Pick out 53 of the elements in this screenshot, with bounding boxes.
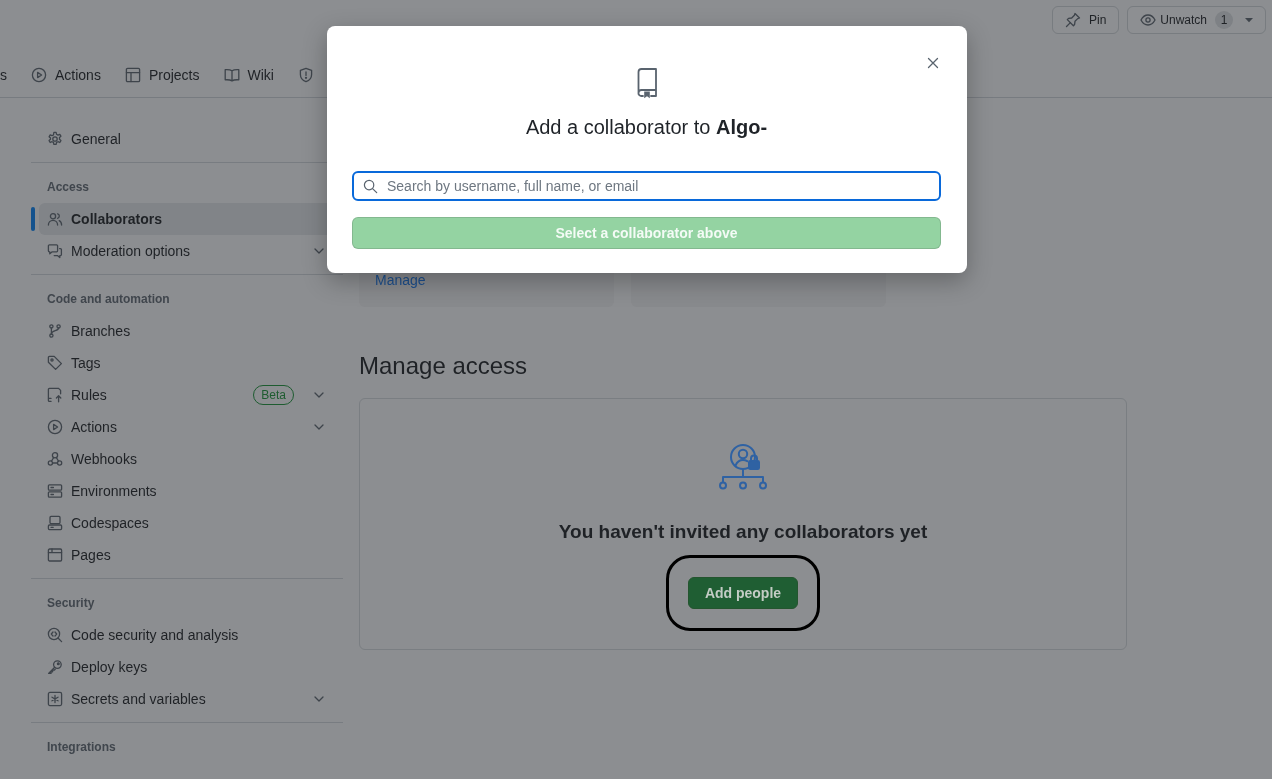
sidebar-item[interactable]: Pages: [31, 539, 343, 571]
table-icon: [124, 67, 141, 83]
code-magnifier-icon: [47, 627, 63, 643]
eye-icon: [1140, 12, 1157, 28]
sidebar-item[interactable]: Environments: [31, 475, 343, 507]
section-heading: Access: [46, 179, 91, 196]
watcher-count: 1: [1215, 11, 1233, 29]
server-icon: [47, 483, 63, 499]
repo-tab[interactable]: Actions: [31, 59, 101, 91]
unwatch-button[interactable]: Unwatch 1: [1127, 6, 1266, 34]
browser-icon: [47, 547, 63, 563]
nodes-icon: [47, 451, 63, 467]
add-people-button[interactable]: Add people: [687, 577, 799, 609]
asterisk-icon: [47, 691, 63, 707]
people-icon: [47, 211, 63, 227]
sidebar-item[interactable]: Branches: [31, 315, 343, 347]
book-icon: [223, 67, 240, 83]
section-heading: Security: [46, 595, 96, 612]
play-icon: [47, 419, 63, 435]
search-field[interactable]: Search by username, full name, or email: [352, 171, 941, 201]
computer-icon: [47, 515, 63, 531]
play-icon: [31, 67, 47, 83]
section-heading: Code and automation: [46, 291, 171, 308]
sidebar-item[interactable]: Deploy keys: [31, 651, 343, 683]
branch-icon: [47, 323, 63, 339]
sidebar-item[interactable]: Code security and analysis: [31, 619, 343, 651]
key-icon: [47, 659, 63, 675]
search-icon: [363, 178, 378, 194]
gear-icon: [47, 131, 63, 147]
sidebar-item[interactable]: Moderation options: [31, 235, 343, 267]
sidebar-item[interactable]: General: [31, 123, 343, 155]
sidebar-item[interactable]: Rules Beta: [31, 379, 343, 411]
sidebar-item[interactable]: Codespaces: [31, 507, 343, 539]
shield-icon[interactable]: [297, 67, 314, 83]
repo-tab[interactable]: Projects: [124, 59, 200, 91]
repo-tab[interactable]: s: [0, 59, 7, 91]
search-input[interactable]: Search by username, full name, or email: [387, 176, 930, 196]
close-icon: [925, 55, 941, 71]
section-title: Manage access: [359, 351, 529, 381]
chat-bubbles-icon: [47, 243, 63, 259]
sidebar-item[interactable]: Tags: [31, 347, 343, 379]
empty-state-message: You haven't invited any collaborators yet: [558, 520, 928, 544]
sidebar-item[interactable]: Secrets and variables: [31, 683, 343, 715]
document-arrow-icon: [47, 387, 63, 403]
sidebar-item[interactable]: Actions: [31, 411, 343, 443]
tag-icon: [47, 355, 63, 371]
sidebar-item[interactable]: Webhooks: [31, 443, 343, 475]
pushpin-icon: [1064, 12, 1081, 28]
person-lock-network-icon: [718, 443, 768, 491]
repo-tab[interactable]: Wiki: [223, 59, 274, 91]
dialog-title: Add a collaborator to Algo-: [524, 115, 769, 140]
pin-button[interactable]: Pin: [1051, 6, 1120, 34]
section-heading: Integrations: [46, 739, 117, 756]
